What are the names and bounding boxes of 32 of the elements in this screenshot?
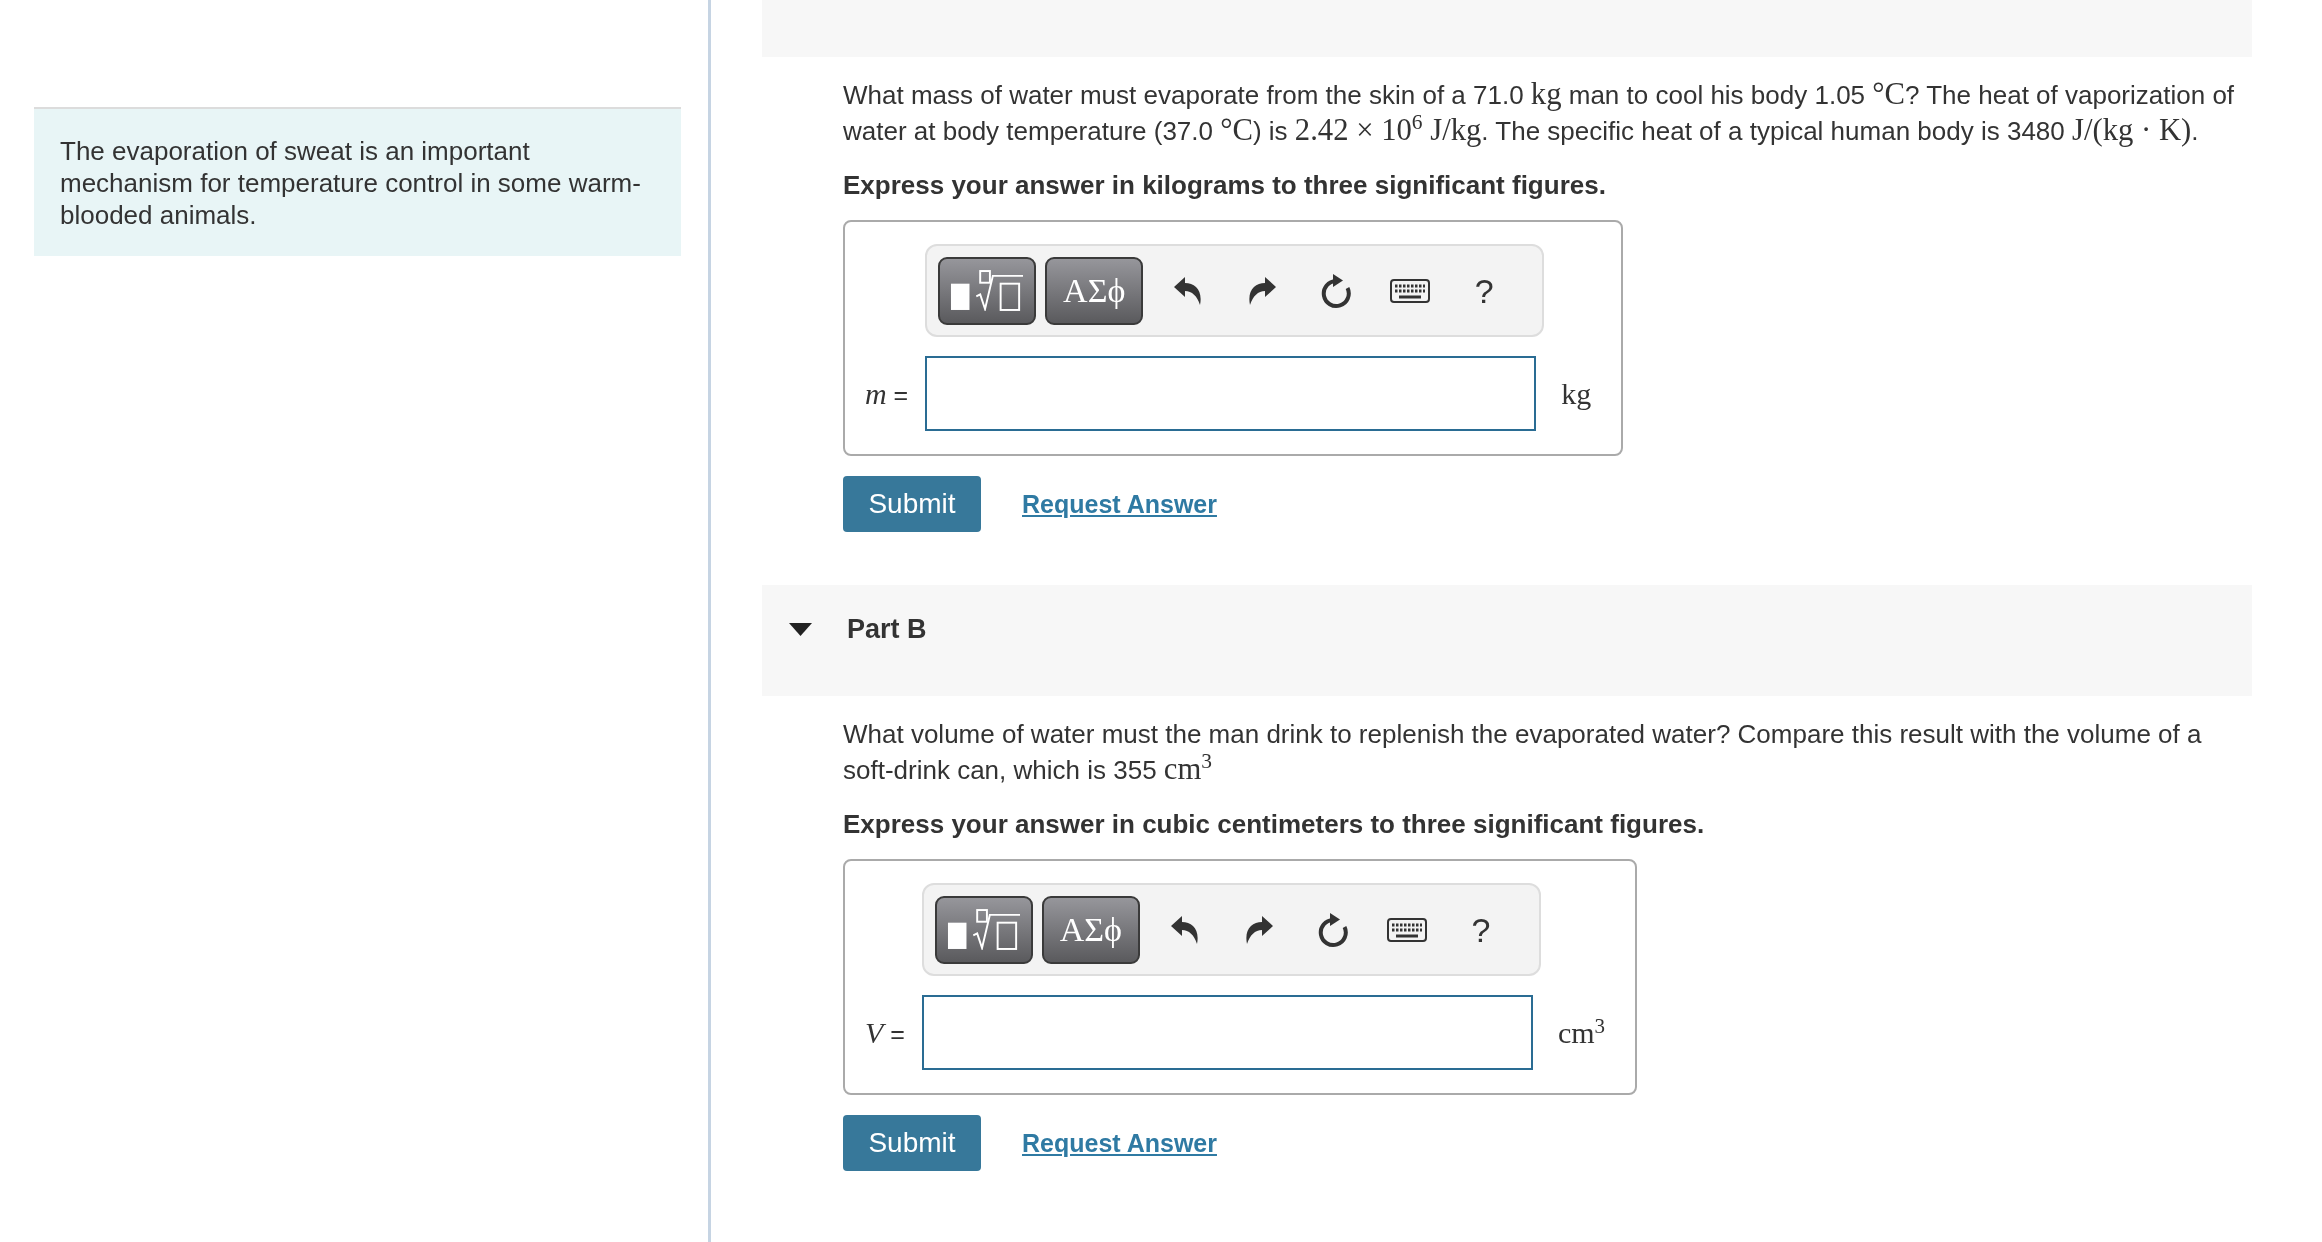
answer-input[interactable] (925, 356, 1537, 431)
request-answer-link[interactable]: Request Answer (1022, 489, 1217, 519)
intro-text: The evaporation of sweat is an important mechanism for temperature control in some warm-blooded animals. (60, 135, 642, 231)
help-button[interactable]: ? (1470, 271, 1498, 310)
help-button[interactable]: ? (1467, 910, 1495, 949)
variable-label: V = (865, 1015, 905, 1050)
request-answer-link[interactable]: Request Answer (1022, 1128, 1217, 1158)
submit-button[interactable]: Submit (843, 1115, 981, 1171)
unit-label: kg (1561, 378, 1592, 409)
unit-label: cm$^{3}$ (1557, 1017, 1606, 1048)
root-template-icon (950, 270, 1025, 311)
variable-label: m = (865, 376, 909, 411)
caret-icon[interactable] (789, 622, 812, 636)
instruction-text: Express your answer in kilograms to three significant figures. (843, 169, 1607, 202)
answer-input[interactable] (921, 995, 1533, 1070)
undo-icon[interactable] (1174, 275, 1203, 306)
undo-icon[interactable] (1170, 914, 1199, 945)
reset-icon[interactable] (1319, 272, 1354, 309)
redo-icon[interactable] (1244, 914, 1273, 945)
symbols-button[interactable]: ΑΣϕ (1045, 256, 1144, 325)
part-title: Part B (847, 613, 927, 646)
keyboard-icon[interactable] (1390, 278, 1431, 303)
question-text: What mass of water must evaporate from the skin of a 71.0 kg man to cool his body 1.05 °C? The heat of vaporization of water at body temperature (37.0 °C) is 2.42 × 10$^{6}$ J/kg. The specific heat of a typical human body is 3480 J/(kg · K). (843, 77, 2236, 149)
root-template-icon (946, 909, 1021, 950)
templates-button[interactable] (934, 895, 1033, 964)
submit-button[interactable]: Submit (843, 476, 981, 532)
question-text: What volume of water must the man drink to replenish the evaporated water? Compare this result with the volume of a soft-drink can, which is 355 cm$^{3}$ (843, 718, 2203, 788)
instruction-text: Express your answer in cubic centimeters to three significant figures. (843, 808, 1706, 841)
symbols-button[interactable]: ΑΣϕ (1041, 895, 1140, 964)
templates-button[interactable] (938, 256, 1037, 325)
keyboard-icon[interactable] (1386, 917, 1427, 942)
redo-icon[interactable] (1248, 275, 1277, 306)
